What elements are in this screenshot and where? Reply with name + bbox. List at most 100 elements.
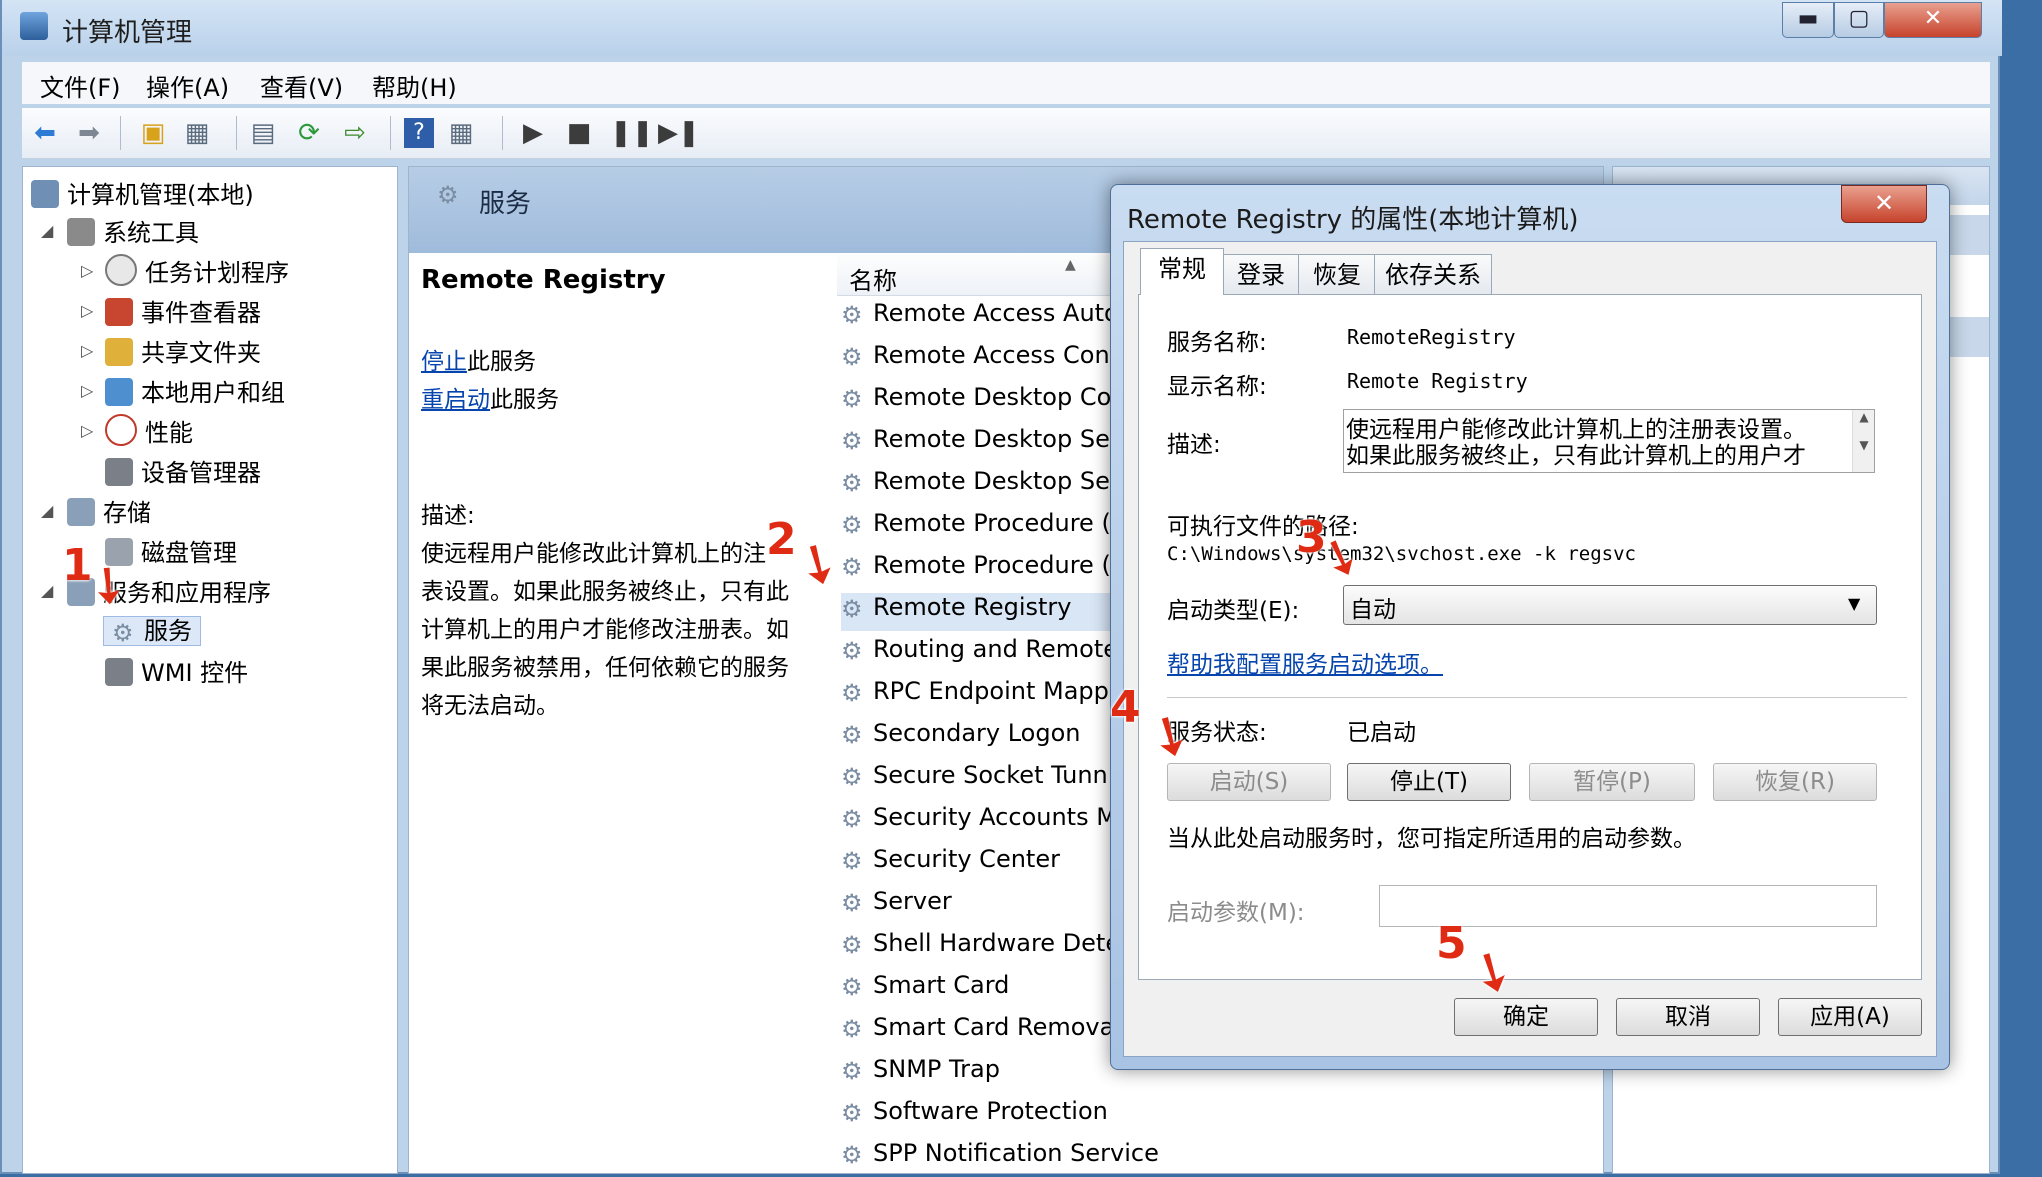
stop-service-link[interactable]: 停止 xyxy=(421,349,467,375)
device-manager-icon xyxy=(105,458,133,486)
service-name-cell: Remote Registry xyxy=(873,593,1072,621)
tree-node-services[interactable]: ⚙ 服务 xyxy=(103,611,201,646)
tree-node-wmi[interactable]: WMI 控件 xyxy=(105,653,248,688)
dialog-title: Remote Registry 的属性(本地计算机) xyxy=(1127,205,1579,235)
forward-arrow-icon[interactable]: ➡ xyxy=(74,118,104,148)
play-icon[interactable]: ▶ xyxy=(518,118,548,148)
tree-node-label: 存储 xyxy=(103,499,151,527)
description-label: 描述: xyxy=(1167,432,1221,458)
menu-action[interactable]: 操作(A) xyxy=(146,68,229,103)
help-configure-link[interactable]: 帮助我配置服务启动选项。 xyxy=(1167,645,1443,679)
ok-button[interactable]: 确定 xyxy=(1454,998,1598,1036)
properties-icon[interactable]: ▤ xyxy=(248,118,278,148)
restart-icon[interactable]: ▶❚ xyxy=(658,118,700,148)
shared-folder-icon xyxy=(105,338,133,366)
close-button[interactable]: ✕ xyxy=(1884,2,1982,38)
collapse-arrow-icon[interactable]: ▷ xyxy=(81,381,93,400)
dialog-body: 常规 登录 恢复 依存关系 服务名称: RemoteRegistry 显示名称:… xyxy=(1123,241,1937,1057)
up-folder-icon[interactable]: ▣ xyxy=(138,118,168,148)
restart-service-link[interactable]: 重启动 xyxy=(421,387,490,413)
gear-icon: ⚙ xyxy=(841,637,863,665)
stop-service-text: 此服务 xyxy=(467,349,536,375)
show-action-pane-icon[interactable]: ▦ xyxy=(446,118,476,148)
service-name-cell: Remote Desktop Co xyxy=(873,383,1112,411)
start-button[interactable]: 启动(S) xyxy=(1167,763,1331,801)
column-header-name[interactable]: 名称 xyxy=(849,261,897,296)
gear-icon: ⚙ xyxy=(841,1099,863,1127)
service-name-cell: Shell Hardware Dete xyxy=(873,929,1121,957)
tree-node-device-manager[interactable]: 设备管理器 xyxy=(105,453,261,488)
service-name-cell: SNMP Trap xyxy=(873,1055,1000,1083)
tree-node-system-tools[interactable]: 系统工具 xyxy=(67,213,199,248)
menu-file[interactable]: 文件(F) xyxy=(40,68,121,103)
collapse-arrow-icon[interactable]: ▷ xyxy=(81,301,93,320)
help-icon[interactable]: ? xyxy=(404,118,434,148)
tree-node-root[interactable]: 计算机管理(本地) xyxy=(31,175,254,210)
toolbar: ⬅ ➡ ▣ ▦ ▤ ⟳ ⇨ ? ▦ ▶ ■ ❚❚ ▶❚ xyxy=(22,108,1990,159)
apply-button[interactable]: 应用(A) xyxy=(1778,998,1922,1036)
tab-dependencies[interactable]: 依存关系 xyxy=(1374,254,1492,295)
dialog-close-button[interactable]: ✕ xyxy=(1841,185,1927,223)
tree-node-event-viewer[interactable]: 事件查看器 xyxy=(105,293,261,328)
gear-icon: ⚙ xyxy=(841,1057,863,1085)
expand-arrow-icon[interactable]: ◢ xyxy=(41,501,53,520)
menu-view[interactable]: 查看(V) xyxy=(260,68,343,103)
description-box[interactable]: 使远程用户能修改此计算机上的注册表设置。 如果此服务被终止，只有此计算机上的用户… xyxy=(1343,409,1875,473)
collapse-arrow-icon[interactable]: ▷ xyxy=(81,261,93,280)
service-name-cell: Remote Access Auto xyxy=(873,299,1119,327)
export-icon[interactable]: ⇨ xyxy=(340,118,370,148)
table-row[interactable]: ⚙Software Protection启用 ...自动 xyxy=(841,1097,1991,1135)
collapse-arrow-icon[interactable]: ▷ xyxy=(81,421,93,440)
tab-recovery[interactable]: 恢复 xyxy=(1298,254,1376,295)
tab-logon[interactable]: 登录 xyxy=(1222,254,1300,295)
startup-type-select[interactable]: 自动 ▼ xyxy=(1343,585,1877,625)
expand-arrow-icon[interactable]: ◢ xyxy=(41,581,53,600)
gear-icon: ⚙ xyxy=(841,763,863,791)
start-params-label: 启动参数(M): xyxy=(1167,900,1305,926)
expand-arrow-icon[interactable]: ◢ xyxy=(41,221,53,240)
description-scrollbar[interactable]: ▲ ▼ xyxy=(1852,410,1874,472)
resume-button[interactable]: 恢复(R) xyxy=(1713,763,1877,801)
pause-icon[interactable]: ❚❚ xyxy=(610,118,654,148)
tree-node-storage[interactable]: 存储 xyxy=(67,493,151,528)
tab-general[interactable]: 常规 xyxy=(1140,248,1224,295)
maximize-button[interactable]: ▢ xyxy=(1834,2,1884,38)
start-params-hint: 当从此处启动服务时，您可指定所适用的启动参数。 xyxy=(1167,826,1696,852)
gear-icon: ⚙ xyxy=(841,469,863,497)
toolbar-separator xyxy=(120,116,121,150)
step-marker-4: 4 xyxy=(1110,682,1141,733)
window-title: 计算机管理 xyxy=(62,18,193,48)
sort-arrow-icon: ▲ xyxy=(1065,257,1076,273)
gear-icon: ⚙ xyxy=(841,721,863,749)
stop-icon[interactable]: ■ xyxy=(564,118,594,148)
refresh-icon[interactable]: ⟳ xyxy=(294,118,324,148)
cancel-button[interactable]: 取消 xyxy=(1616,998,1760,1036)
service-name-cell: Secondary Logon xyxy=(873,719,1081,747)
collapse-arrow-icon[interactable]: ▷ xyxy=(81,341,93,360)
pause-button[interactable]: 暂停(P) xyxy=(1529,763,1695,801)
tree-node-performance[interactable]: 性能 xyxy=(105,413,193,448)
tree-node-label: 事件查看器 xyxy=(141,299,261,327)
back-arrow-icon[interactable]: ⬅ xyxy=(30,118,60,148)
gear-icon: ⚙ xyxy=(841,973,863,1001)
step-marker-2: 2 xyxy=(766,514,797,565)
table-row[interactable]: ⚙SPP Notification Service提供...手动 xyxy=(841,1139,1991,1177)
stop-service-line: 停止此服务 xyxy=(421,343,811,381)
description-line: 表设置。如果此服务被终止，只有此 xyxy=(421,579,789,605)
tree-node-label: 磁盘管理 xyxy=(141,539,237,567)
stop-button[interactable]: 停止(T) xyxy=(1347,763,1511,801)
gear-icon: ⚙ xyxy=(437,181,459,209)
menu-help[interactable]: 帮助(H) xyxy=(372,68,457,103)
title-bar: 计算机管理 ▬ ▢ ✕ xyxy=(2,0,2002,56)
minimize-button[interactable]: ▬ xyxy=(1782,2,1834,38)
restart-service-line: 重启动此服务 xyxy=(421,381,811,419)
description-line: 果此服务被禁用，任何依赖它的服务 xyxy=(421,655,789,681)
menu-bar: 文件(F) 操作(A) 查看(V) 帮助(H) xyxy=(22,62,1990,104)
tree-node-shared-folders[interactable]: 共享文件夹 xyxy=(105,333,261,368)
chevron-down-icon: ▼ xyxy=(1848,594,1861,613)
gear-icon: ⚙ xyxy=(841,595,863,623)
show-tree-icon[interactable]: ▦ xyxy=(182,118,212,148)
tree-node-local-users[interactable]: 本地用户和组 xyxy=(105,373,285,408)
tree-node-task-scheduler[interactable]: 任务计划程序 xyxy=(105,253,289,288)
service-name-cell: Remote Procedure ( xyxy=(873,551,1111,579)
